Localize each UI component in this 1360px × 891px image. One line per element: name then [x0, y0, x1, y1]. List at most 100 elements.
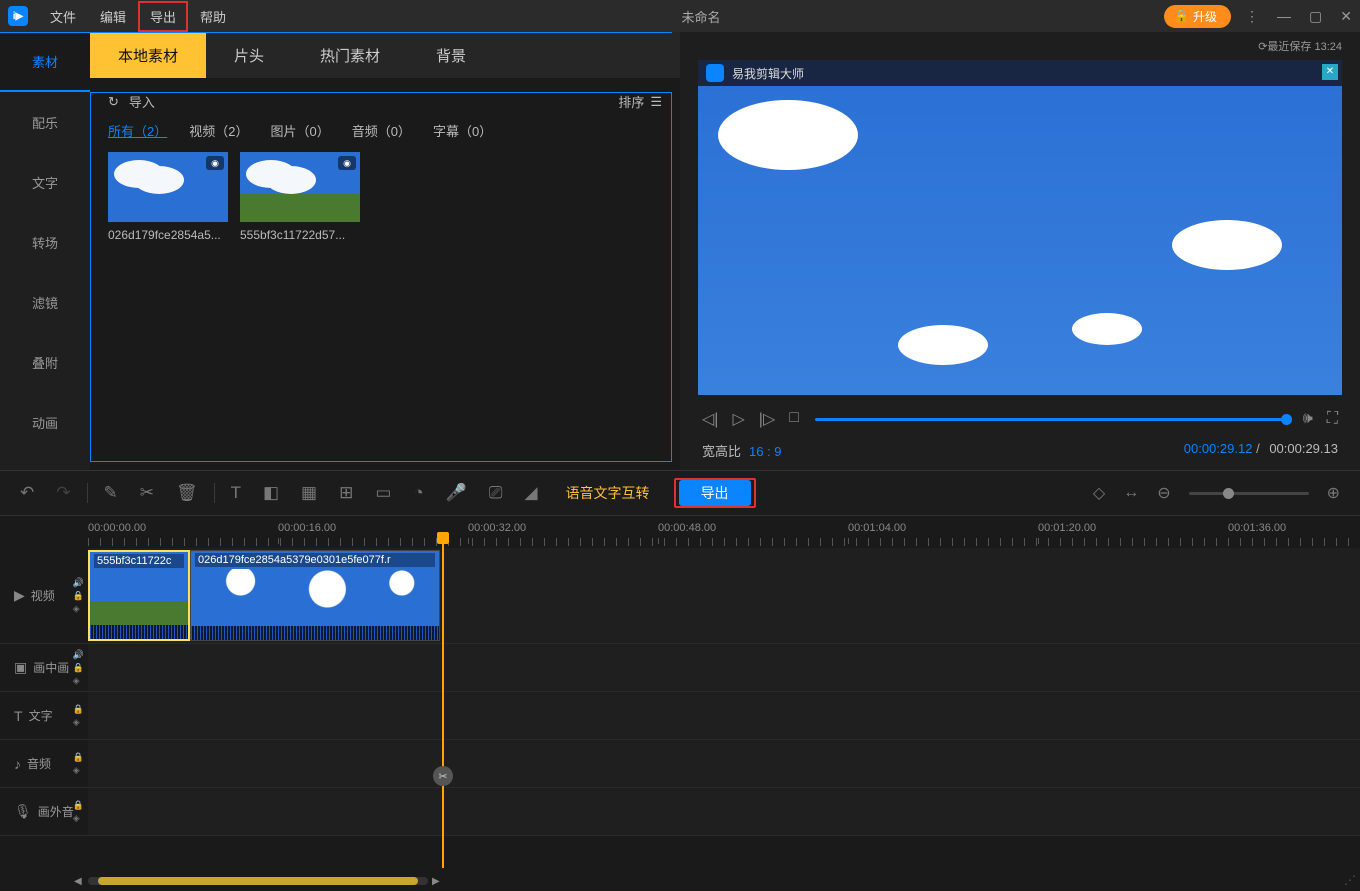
more-icon[interactable]: ⋮: [1245, 8, 1259, 25]
stop-button[interactable]: □: [789, 409, 799, 429]
freeze-icon[interactable]: ▭: [375, 483, 391, 503]
filter-audio[interactable]: 音频（0）: [352, 121, 411, 140]
media-library: 素材 配乐 文字 转场 滤镜 叠附 动画 本地素材 片头 热门素材 背景 ↻ 导…: [0, 32, 680, 470]
sidebar-item-text[interactable]: 文字: [0, 152, 90, 212]
scroll-right-icon[interactable]: ▶: [432, 876, 440, 887]
zoom-out-icon[interactable]: ⊖: [1157, 483, 1170, 503]
speed-icon[interactable]: ◔: [413, 483, 423, 503]
menu-file[interactable]: 文件: [38, 1, 88, 32]
sidebar-item-transition[interactable]: 转场: [0, 212, 90, 272]
zoom-slider[interactable]: [1189, 492, 1309, 495]
voice-track-icon: 🎙: [14, 803, 32, 820]
playhead[interactable]: ✂: [442, 538, 444, 868]
thumb-label: 555bf3c11722d57...: [240, 222, 360, 242]
filter-all[interactable]: 所有（2）: [108, 121, 167, 140]
media-thumb[interactable]: ◉ 555bf3c11722d57...: [240, 152, 360, 242]
maximize-button[interactable]: ▢: [1309, 8, 1322, 25]
mosaic-icon[interactable]: ▦: [301, 483, 317, 503]
left-sidebar: 素材 配乐 文字 转场 滤镜 叠附 动画: [0, 32, 90, 470]
voice-text-button[interactable]: 语音文字互转: [566, 483, 650, 503]
lock-icon[interactable]: 🔒: [73, 662, 84, 673]
undo-button[interactable]: ↶: [20, 483, 34, 503]
ratio-value[interactable]: 16 : 9: [749, 444, 782, 459]
import-button[interactable]: 导入: [129, 92, 155, 111]
fullscreen-icon[interactable]: ⛶: [1327, 410, 1338, 428]
color-icon[interactable]: ◢: [524, 483, 537, 503]
voiceover-icon[interactable]: 🎤: [446, 483, 467, 503]
edit-icon[interactable]: ✎: [104, 483, 118, 503]
preview-video[interactable]: 易我剪辑大师 ✕: [698, 60, 1342, 395]
resize-grip-icon[interactable]: ⋰: [1344, 873, 1356, 887]
camera-icon: ◉: [338, 156, 356, 170]
preview-close-icon[interactable]: ✕: [1322, 64, 1338, 80]
sidebar-item-material[interactable]: 素材: [0, 32, 90, 92]
menu-help[interactable]: 帮助: [188, 1, 238, 32]
fit-icon[interactable]: ↔: [1123, 484, 1139, 502]
media-thumb[interactable]: ◉ 026d179fce2854a5...: [108, 152, 228, 242]
video-track-icon: ▶: [14, 587, 25, 604]
split-screen-icon[interactable]: ⊞: [339, 483, 353, 503]
export-highlight: 导出: [674, 478, 756, 508]
playhead-split-icon[interactable]: ✂: [433, 766, 453, 786]
redo-button[interactable]: ↷: [56, 483, 70, 503]
menu-export[interactable]: 导出: [138, 1, 188, 32]
tab-background[interactable]: 背景: [408, 32, 494, 78]
sidebar-item-overlay[interactable]: 叠附: [0, 332, 90, 392]
preview-app-name: 易我剪辑大师: [732, 65, 804, 82]
timeline-clip[interactable]: 026d179fce2854a5379e0301e5fe077f.r: [190, 550, 440, 641]
tab-intro[interactable]: 片头: [206, 32, 292, 78]
hide-icon[interactable]: ◈: [73, 717, 84, 728]
cut-icon[interactable]: ✂: [140, 483, 154, 503]
prev-frame-button[interactable]: ◁|: [702, 409, 718, 429]
timeline-scrollbar[interactable]: [88, 877, 428, 885]
volume-icon[interactable]: 🕪: [1303, 410, 1313, 428]
hide-icon[interactable]: ◈: [73, 765, 84, 776]
progress-slider[interactable]: [815, 418, 1287, 421]
tab-local[interactable]: 本地素材: [90, 32, 206, 78]
ratio-label: 宽高比: [702, 444, 741, 459]
sidebar-item-music[interactable]: 配乐: [0, 92, 90, 152]
text-tool-icon[interactable]: T: [231, 483, 241, 503]
zoom-in-icon[interactable]: ⊕: [1327, 483, 1340, 503]
marker-icon[interactable]: ◇: [1093, 483, 1105, 503]
crop-icon[interactable]: ◧: [263, 483, 279, 503]
record-screen-icon[interactable]: ⎚: [489, 483, 503, 503]
scroll-left-icon[interactable]: ◀: [74, 876, 82, 887]
timeline-toolbar: ↶ ↷ ✎ ✂ 🗑 T ◧ ▦ ⊞ ▭ ◔ 🎤 ⎚ ◢ 语音文字互转 导出 ◇ …: [0, 470, 1360, 516]
close-button[interactable]: ✕: [1340, 8, 1352, 25]
play-button[interactable]: ▷: [732, 409, 744, 429]
tab-hot[interactable]: 热门素材: [292, 32, 408, 78]
upgrade-button[interactable]: 🔒升级: [1164, 5, 1231, 28]
hide-icon[interactable]: ◈: [73, 675, 84, 686]
sidebar-item-animation[interactable]: 动画: [0, 392, 90, 452]
track-pip: ▣画中画 🔊🔒◈: [0, 644, 1360, 692]
delete-icon[interactable]: 🗑: [176, 483, 198, 503]
track-audio: ♪音频 🔒◈: [0, 740, 1360, 788]
lock-icon[interactable]: 🔒: [73, 590, 84, 601]
refresh-icon[interactable]: ↻: [108, 94, 119, 110]
filter-video[interactable]: 视频（2）: [189, 121, 248, 140]
lock-icon[interactable]: 🔒: [73, 752, 84, 763]
next-frame-button[interactable]: |▷: [759, 409, 775, 429]
filter-image[interactable]: 图片（0）: [270, 121, 329, 140]
sidebar-item-filter[interactable]: 滤镜: [0, 272, 90, 332]
hide-icon[interactable]: ◈: [73, 813, 84, 824]
sort-icon[interactable]: ☰: [650, 94, 662, 110]
lock-icon[interactable]: 🔒: [73, 800, 84, 811]
minimize-button[interactable]: —: [1277, 8, 1291, 24]
titlebar: i▶ 文件 编辑 导出 帮助 未命名 🔒升级 ⋮ — ▢ ✕: [0, 0, 1360, 32]
timeline: 00:00:00.00 00:00:16.00 00:00:32.00 00:0…: [0, 516, 1360, 891]
hide-icon[interactable]: ◈: [73, 603, 84, 614]
lock-icon[interactable]: 🔒: [73, 704, 84, 715]
mute-icon[interactable]: 🔊: [73, 649, 84, 660]
menu-edit[interactable]: 编辑: [88, 1, 138, 32]
sort-label[interactable]: 排序: [618, 92, 644, 111]
track-text: T文字 🔒◈: [0, 692, 1360, 740]
timeline-clip[interactable]: 555bf3c11722c: [88, 550, 190, 641]
app-logo: i▶: [8, 6, 28, 26]
menubar: 文件 编辑 导出 帮助: [38, 1, 238, 32]
mute-icon[interactable]: 🔊: [73, 577, 84, 588]
export-button[interactable]: 导出: [679, 480, 751, 506]
filter-subtitle[interactable]: 字幕（0）: [433, 121, 492, 140]
time-ruler[interactable]: 00:00:00.00 00:00:16.00 00:00:32.00 00:0…: [88, 516, 1360, 548]
